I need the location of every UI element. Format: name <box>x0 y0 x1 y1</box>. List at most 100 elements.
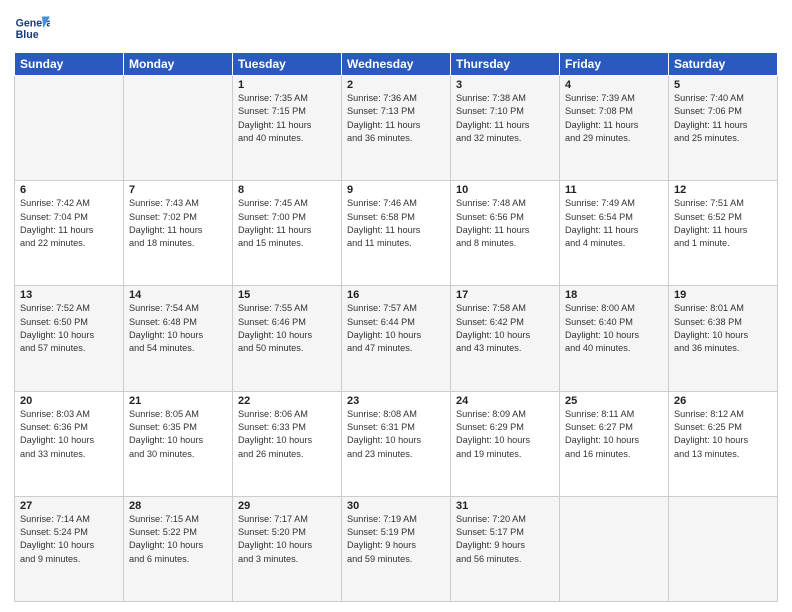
day-number: 26 <box>674 395 772 407</box>
day-number: 1 <box>238 79 336 91</box>
day-info: Sunrise: 7:43 AM Sunset: 7:02 PM Dayligh… <box>129 197 227 250</box>
day-info: Sunrise: 7:52 AM Sunset: 6:50 PM Dayligh… <box>20 302 118 355</box>
day-number: 27 <box>20 500 118 512</box>
day-info: Sunrise: 7:17 AM Sunset: 5:20 PM Dayligh… <box>238 513 336 566</box>
calendar-cell <box>560 496 669 601</box>
day-info: Sunrise: 7:38 AM Sunset: 7:10 PM Dayligh… <box>456 92 554 145</box>
day-number: 15 <box>238 289 336 301</box>
calendar-cell: 24Sunrise: 8:09 AM Sunset: 6:29 PM Dayli… <box>451 391 560 496</box>
day-number: 29 <box>238 500 336 512</box>
week-row-3: 13Sunrise: 7:52 AM Sunset: 6:50 PM Dayli… <box>15 286 778 391</box>
day-number: 25 <box>565 395 663 407</box>
calendar-cell: 20Sunrise: 8:03 AM Sunset: 6:36 PM Dayli… <box>15 391 124 496</box>
calendar-cell: 14Sunrise: 7:54 AM Sunset: 6:48 PM Dayli… <box>124 286 233 391</box>
calendar-cell: 31Sunrise: 7:20 AM Sunset: 5:17 PM Dayli… <box>451 496 560 601</box>
calendar-cell: 11Sunrise: 7:49 AM Sunset: 6:54 PM Dayli… <box>560 181 669 286</box>
day-info: Sunrise: 7:57 AM Sunset: 6:44 PM Dayligh… <box>347 302 445 355</box>
day-number: 21 <box>129 395 227 407</box>
calendar-cell: 7Sunrise: 7:43 AM Sunset: 7:02 PM Daylig… <box>124 181 233 286</box>
header: General Blue <box>14 10 778 46</box>
calendar-cell: 25Sunrise: 8:11 AM Sunset: 6:27 PM Dayli… <box>560 391 669 496</box>
logo-icon: General Blue <box>14 10 50 46</box>
weekday-header-wednesday: Wednesday <box>342 53 451 76</box>
day-number: 8 <box>238 184 336 196</box>
day-info: Sunrise: 8:01 AM Sunset: 6:38 PM Dayligh… <box>674 302 772 355</box>
day-info: Sunrise: 7:45 AM Sunset: 7:00 PM Dayligh… <box>238 197 336 250</box>
day-info: Sunrise: 7:39 AM Sunset: 7:08 PM Dayligh… <box>565 92 663 145</box>
day-info: Sunrise: 7:49 AM Sunset: 6:54 PM Dayligh… <box>565 197 663 250</box>
calendar-cell: 12Sunrise: 7:51 AM Sunset: 6:52 PM Dayli… <box>669 181 778 286</box>
day-info: Sunrise: 8:03 AM Sunset: 6:36 PM Dayligh… <box>20 408 118 461</box>
calendar-cell: 9Sunrise: 7:46 AM Sunset: 6:58 PM Daylig… <box>342 181 451 286</box>
day-number: 2 <box>347 79 445 91</box>
week-row-5: 27Sunrise: 7:14 AM Sunset: 5:24 PM Dayli… <box>15 496 778 601</box>
calendar-cell: 8Sunrise: 7:45 AM Sunset: 7:00 PM Daylig… <box>233 181 342 286</box>
day-number: 9 <box>347 184 445 196</box>
calendar-cell: 15Sunrise: 7:55 AM Sunset: 6:46 PM Dayli… <box>233 286 342 391</box>
day-number: 7 <box>129 184 227 196</box>
day-info: Sunrise: 7:19 AM Sunset: 5:19 PM Dayligh… <box>347 513 445 566</box>
day-info: Sunrise: 8:09 AM Sunset: 6:29 PM Dayligh… <box>456 408 554 461</box>
calendar-cell: 10Sunrise: 7:48 AM Sunset: 6:56 PM Dayli… <box>451 181 560 286</box>
day-number: 11 <box>565 184 663 196</box>
day-number: 30 <box>347 500 445 512</box>
day-info: Sunrise: 8:08 AM Sunset: 6:31 PM Dayligh… <box>347 408 445 461</box>
day-info: Sunrise: 7:20 AM Sunset: 5:17 PM Dayligh… <box>456 513 554 566</box>
calendar-cell: 6Sunrise: 7:42 AM Sunset: 7:04 PM Daylig… <box>15 181 124 286</box>
day-number: 23 <box>347 395 445 407</box>
day-info: Sunrise: 7:15 AM Sunset: 5:22 PM Dayligh… <box>129 513 227 566</box>
day-number: 18 <box>565 289 663 301</box>
calendar-cell: 30Sunrise: 7:19 AM Sunset: 5:19 PM Dayli… <box>342 496 451 601</box>
day-number: 22 <box>238 395 336 407</box>
calendar-cell <box>124 76 233 181</box>
calendar-cell: 17Sunrise: 7:58 AM Sunset: 6:42 PM Dayli… <box>451 286 560 391</box>
day-number: 4 <box>565 79 663 91</box>
weekday-header-monday: Monday <box>124 53 233 76</box>
calendar-cell: 1Sunrise: 7:35 AM Sunset: 7:15 PM Daylig… <box>233 76 342 181</box>
day-info: Sunrise: 7:51 AM Sunset: 6:52 PM Dayligh… <box>674 197 772 250</box>
calendar-cell <box>669 496 778 601</box>
day-number: 10 <box>456 184 554 196</box>
calendar-cell: 22Sunrise: 8:06 AM Sunset: 6:33 PM Dayli… <box>233 391 342 496</box>
calendar-cell: 19Sunrise: 8:01 AM Sunset: 6:38 PM Dayli… <box>669 286 778 391</box>
calendar-cell: 4Sunrise: 7:39 AM Sunset: 7:08 PM Daylig… <box>560 76 669 181</box>
day-info: Sunrise: 7:40 AM Sunset: 7:06 PM Dayligh… <box>674 92 772 145</box>
calendar-cell: 21Sunrise: 8:05 AM Sunset: 6:35 PM Dayli… <box>124 391 233 496</box>
calendar-cell: 26Sunrise: 8:12 AM Sunset: 6:25 PM Dayli… <box>669 391 778 496</box>
day-info: Sunrise: 7:58 AM Sunset: 6:42 PM Dayligh… <box>456 302 554 355</box>
day-number: 14 <box>129 289 227 301</box>
calendar-cell: 5Sunrise: 7:40 AM Sunset: 7:06 PM Daylig… <box>669 76 778 181</box>
day-info: Sunrise: 8:06 AM Sunset: 6:33 PM Dayligh… <box>238 408 336 461</box>
page: General Blue SundayMondayTuesdayWednesda… <box>0 0 792 612</box>
day-info: Sunrise: 7:14 AM Sunset: 5:24 PM Dayligh… <box>20 513 118 566</box>
calendar-cell: 27Sunrise: 7:14 AM Sunset: 5:24 PM Dayli… <box>15 496 124 601</box>
calendar-cell: 29Sunrise: 7:17 AM Sunset: 5:20 PM Dayli… <box>233 496 342 601</box>
day-number: 31 <box>456 500 554 512</box>
weekday-header-thursday: Thursday <box>451 53 560 76</box>
week-row-2: 6Sunrise: 7:42 AM Sunset: 7:04 PM Daylig… <box>15 181 778 286</box>
day-number: 5 <box>674 79 772 91</box>
day-info: Sunrise: 7:35 AM Sunset: 7:15 PM Dayligh… <box>238 92 336 145</box>
day-info: Sunrise: 8:00 AM Sunset: 6:40 PM Dayligh… <box>565 302 663 355</box>
day-info: Sunrise: 7:54 AM Sunset: 6:48 PM Dayligh… <box>129 302 227 355</box>
day-info: Sunrise: 7:36 AM Sunset: 7:13 PM Dayligh… <box>347 92 445 145</box>
day-number: 3 <box>456 79 554 91</box>
calendar-cell: 28Sunrise: 7:15 AM Sunset: 5:22 PM Dayli… <box>124 496 233 601</box>
day-number: 16 <box>347 289 445 301</box>
day-number: 28 <box>129 500 227 512</box>
svg-text:Blue: Blue <box>16 29 39 41</box>
weekday-header-saturday: Saturday <box>669 53 778 76</box>
weekday-header-sunday: Sunday <box>15 53 124 76</box>
calendar-cell: 23Sunrise: 8:08 AM Sunset: 6:31 PM Dayli… <box>342 391 451 496</box>
day-number: 12 <box>674 184 772 196</box>
day-info: Sunrise: 7:48 AM Sunset: 6:56 PM Dayligh… <box>456 197 554 250</box>
day-number: 17 <box>456 289 554 301</box>
day-info: Sunrise: 7:55 AM Sunset: 6:46 PM Dayligh… <box>238 302 336 355</box>
calendar-cell <box>15 76 124 181</box>
weekday-header-tuesday: Tuesday <box>233 53 342 76</box>
day-number: 19 <box>674 289 772 301</box>
day-info: Sunrise: 8:11 AM Sunset: 6:27 PM Dayligh… <box>565 408 663 461</box>
day-number: 6 <box>20 184 118 196</box>
weekday-header-friday: Friday <box>560 53 669 76</box>
calendar-cell: 18Sunrise: 8:00 AM Sunset: 6:40 PM Dayli… <box>560 286 669 391</box>
